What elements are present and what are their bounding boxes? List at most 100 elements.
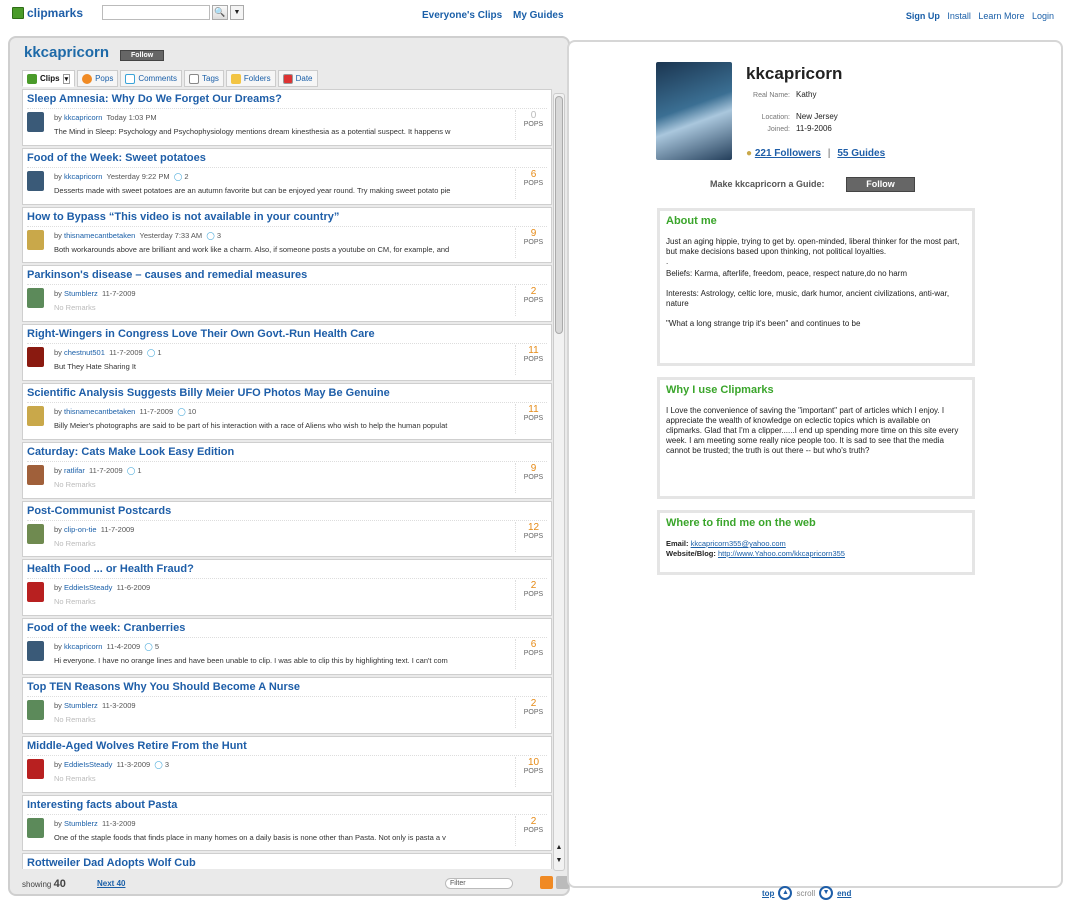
clip-pops[interactable]: 12 POPS: [515, 521, 551, 552]
comment-count[interactable]: 1: [137, 466, 141, 475]
clip-user-link[interactable]: clip-on-tie: [64, 525, 97, 534]
clip-list-scrollbar[interactable]: ▲ ▼: [553, 93, 565, 871]
user-avatar-icon[interactable]: [27, 817, 44, 838]
clip-user-link[interactable]: ratlifar: [64, 466, 85, 475]
clip-pops[interactable]: 2 POPS: [515, 286, 551, 317]
search-input[interactable]: [102, 5, 210, 20]
clip-item[interactable]: Scientific Analysis Suggests Billy Meier…: [22, 382, 552, 440]
clip-pops[interactable]: 2 POPS: [515, 697, 551, 728]
follow-button[interactable]: Follow: [846, 177, 915, 192]
clip-title[interactable]: Rottweiler Dad Adopts Wolf Cub: [27, 857, 196, 869]
panel-username[interactable]: kkcapricorn: [24, 44, 109, 61]
website-link[interactable]: http://www.Yahoo.com/kkcapricorn355: [718, 549, 845, 558]
tab-tags[interactable]: Tags: [184, 70, 224, 87]
clip-title[interactable]: Food of the Week: Sweet potatoes: [27, 152, 206, 164]
user-avatar-icon[interactable]: [27, 758, 44, 779]
clip-title[interactable]: Post-Communist Postcards: [27, 505, 171, 517]
user-avatar-icon[interactable]: [27, 523, 44, 544]
tab-date[interactable]: Date: [277, 70, 318, 87]
clip-item[interactable]: Sleep Amnesia: Why Do We Forget Our Drea…: [22, 89, 552, 146]
clip-user-link[interactable]: thisnamecantbetaken: [64, 231, 135, 240]
user-avatar-icon[interactable]: [27, 347, 44, 368]
clip-title[interactable]: Top TEN Reasons Why You Should Become A …: [27, 681, 300, 693]
next-page-link[interactable]: Next 40: [97, 879, 125, 888]
clip-item[interactable]: Top TEN Reasons Why You Should Become A …: [22, 676, 552, 734]
clip-user-link[interactable]: kkcapricorn: [64, 172, 102, 181]
chevron-down-icon[interactable]: ▼: [230, 5, 244, 20]
clip-title[interactable]: Sleep Amnesia: Why Do We Forget Our Drea…: [27, 93, 282, 105]
clip-user-link[interactable]: EddieIsSteady: [64, 760, 112, 769]
clip-title[interactable]: How to Bypass “This video is not availab…: [27, 211, 339, 223]
user-avatar-icon[interactable]: [27, 641, 44, 662]
user-avatar-icon[interactable]: [27, 464, 44, 485]
scrollbar-thumb[interactable]: [555, 96, 563, 334]
user-avatar-icon[interactable]: [27, 288, 44, 309]
user-avatar-icon[interactable]: [27, 112, 44, 132]
clip-pops[interactable]: 6 POPS: [515, 168, 551, 199]
clip-user-link[interactable]: Stumblerz: [64, 289, 98, 298]
comment-count[interactable]: 3: [217, 231, 221, 240]
end-link[interactable]: end: [837, 889, 851, 898]
user-avatar-icon[interactable]: [27, 170, 44, 191]
comment-count[interactable]: 1: [157, 348, 161, 357]
clip-item[interactable]: Food of the week: Cranberries by kkcapric…: [22, 618, 552, 675]
tab-comments[interactable]: Comments: [120, 70, 182, 87]
clip-title[interactable]: Scientific Analysis Suggests Billy Meier…: [27, 387, 390, 399]
clip-item[interactable]: Parkinson's disease – causes and remedia…: [22, 265, 552, 323]
nav-everyones-clips[interactable]: Everyone's Clips: [422, 10, 502, 21]
clip-user-link[interactable]: Stumblerz: [64, 819, 98, 828]
clip-title[interactable]: Health Food ... or Health Fraud?: [27, 563, 194, 575]
clip-pops[interactable]: 11 POPS: [515, 345, 551, 376]
tab-pops[interactable]: Pops: [77, 70, 119, 87]
clip-pops[interactable]: 9 POPS: [515, 462, 551, 493]
clip-pops[interactable]: 11 POPS: [515, 403, 551, 434]
clip-item[interactable]: Interesting facts about Pasta by Stumbler…: [22, 794, 552, 852]
comment-count[interactable]: 10: [188, 407, 196, 416]
clip-user-link[interactable]: kkcapricorn: [64, 113, 102, 122]
clipmarks-logo[interactable]: clipmarks: [12, 6, 83, 20]
clip-item[interactable]: Caturday: Cats Make Look Easy Edition by …: [22, 441, 552, 499]
user-avatar-icon[interactable]: [27, 699, 44, 720]
clip-pops[interactable]: 9 POPS: [515, 227, 551, 258]
clip-item[interactable]: Middle-Aged Wolves Retire From the Hunt b…: [22, 735, 552, 793]
clip-pops[interactable]: 0 POPS: [515, 110, 551, 140]
email-link[interactable]: kkcapricorn355@yahoo.com: [691, 539, 786, 548]
scroll-down-icon[interactable]: ▼: [554, 857, 564, 869]
tab-clips[interactable]: Clips ▾: [22, 70, 76, 87]
clip-user-link[interactable]: EddieIsSteady: [64, 583, 112, 592]
learn-more-link[interactable]: Learn More: [978, 11, 1024, 21]
install-link[interactable]: Install: [947, 11, 971, 21]
clip-title[interactable]: Food of the week: Cranberries: [27, 622, 185, 634]
clip-item[interactable]: Health Food ... or Health Fraud? by Eddie…: [22, 559, 552, 617]
clip-item[interactable]: Post-Communist Postcards by clip-on-tie 1…: [22, 500, 552, 558]
clip-title[interactable]: Right-Wingers in Congress Love Their Own…: [27, 328, 375, 340]
chevron-down-icon[interactable]: ▾: [62, 73, 71, 84]
login-link[interactable]: Login: [1032, 11, 1054, 21]
clip-title[interactable]: Interesting facts about Pasta: [27, 799, 177, 811]
followers-link[interactable]: 221 Followers: [755, 148, 821, 159]
tab-folders[interactable]: Folders: [225, 70, 276, 87]
search-icon[interactable]: 🔍: [212, 5, 228, 20]
clip-title[interactable]: Middle-Aged Wolves Retire From the Hunt: [27, 740, 247, 752]
comment-count[interactable]: 3: [165, 760, 169, 769]
clip-pops[interactable]: 2 POPS: [515, 580, 551, 611]
user-avatar-icon[interactable]: [27, 405, 44, 426]
clip-item[interactable]: How to Bypass “This video is not availab…: [22, 206, 552, 264]
signup-link[interactable]: Sign Up: [906, 11, 940, 21]
clip-item[interactable]: Food of the Week: Sweet potatoes by kkcap…: [22, 147, 552, 205]
clip-title[interactable]: Parkinson's disease – causes and remedia…: [27, 269, 307, 281]
clip-user-link[interactable]: Stumblerz: [64, 701, 98, 710]
top-link[interactable]: top: [762, 889, 774, 898]
clip-item[interactable]: Right-Wingers in Congress Love Their Own…: [22, 324, 552, 381]
clip-pops[interactable]: 6 POPS: [515, 639, 551, 670]
clip-user-link[interactable]: thisnamecantbetaken: [64, 407, 135, 416]
guides-link[interactable]: 55 Guides: [837, 148, 885, 159]
clip-pops[interactable]: 2 POPS: [515, 815, 551, 846]
comment-count[interactable]: 2: [184, 172, 188, 181]
comment-count[interactable]: 5: [155, 642, 159, 651]
nav-my-guides[interactable]: My Guides: [513, 10, 564, 21]
rss-icon[interactable]: [540, 876, 553, 889]
filter-input[interactable]: Filter: [445, 878, 513, 889]
clip-user-link[interactable]: chestnut501: [64, 348, 105, 357]
clip-user-link[interactable]: kkcapricorn: [64, 642, 102, 651]
